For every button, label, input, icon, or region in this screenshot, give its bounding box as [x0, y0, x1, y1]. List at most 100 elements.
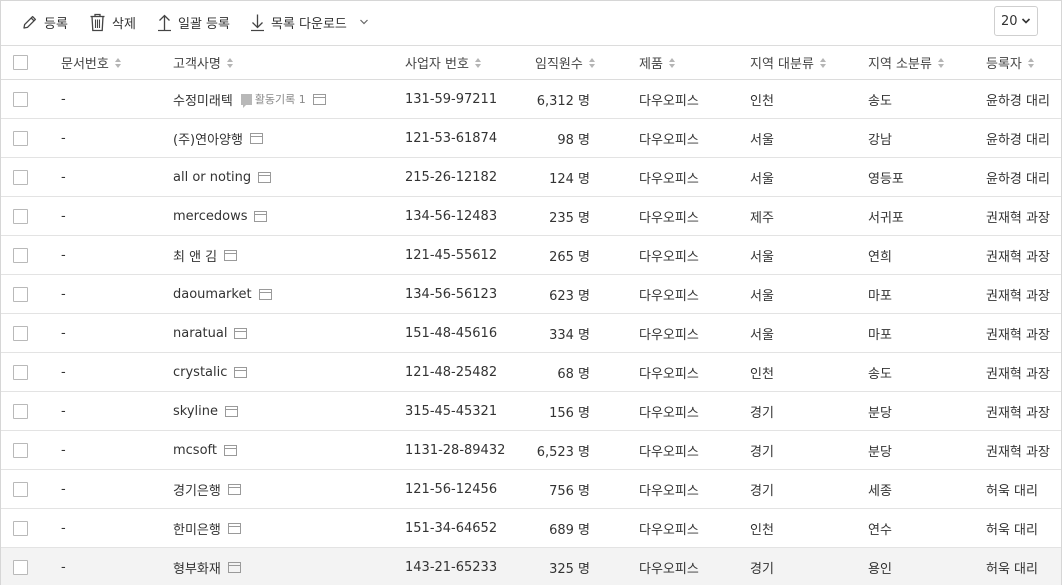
table-row[interactable]: - crystalic 121-48-25482 68 명 다우오피스 인천 송도 권재혁 과… — [1, 353, 1061, 392]
activity-log-badge[interactable]: 활동기록 1 — [240, 91, 306, 108]
col-header-doc-no[interactable]: 문서번호 — [61, 46, 121, 79]
row-checkbox[interactable] — [13, 481, 28, 497]
region-minor-cell: 강남 — [868, 119, 892, 157]
popup-window-icon[interactable] — [227, 522, 241, 534]
popup-window-icon[interactable] — [249, 132, 263, 144]
region-major-cell: 인천 — [750, 80, 774, 118]
table-row[interactable]: - skyline 315-45-45321 156 명 다우오피스 경기 분당 권재혁 과장 — [1, 392, 1061, 431]
select-all-checkbox[interactable] — [13, 55, 28, 70]
col-header-product[interactable]: 제품 — [639, 46, 675, 79]
row-checkbox[interactable] — [13, 520, 28, 536]
row-checkbox[interactable] — [13, 130, 28, 146]
sort-icon — [114, 57, 121, 68]
col-header-employees[interactable]: 임직원수 — [535, 46, 595, 79]
popup-window-icon[interactable] — [225, 405, 238, 417]
row-checkbox[interactable] — [13, 403, 28, 419]
row-checkbox[interactable] — [13, 247, 28, 263]
customer-name-link[interactable]: 형부화재 — [173, 558, 221, 577]
popup-window-icon[interactable] — [223, 444, 237, 456]
registrant-cell: 권재혁 과장 — [986, 275, 1050, 313]
region-major: 인천 — [750, 93, 774, 109]
table-row[interactable]: - mcsoft 1131-28-89432 6,523 명 다우오피스 경기 분당 권재혁 … — [1, 431, 1061, 470]
region-minor-cell: 마포 — [868, 275, 892, 313]
customer-name-link[interactable]: 수정미래텍 — [173, 90, 233, 109]
row-checkbox[interactable] — [13, 559, 28, 575]
row-checkbox-cell — [13, 392, 28, 430]
row-checkbox[interactable] — [13, 169, 28, 185]
table-row[interactable]: - 최 앤 김 121-45-55612 265 명 다우오피스 서울 연희 권재혁 과장 — [1, 236, 1061, 275]
table-row[interactable]: - 경기은행 121-56-12456 756 명 다우오피스 경기 세종 허욱 대리 — [1, 470, 1061, 509]
customer-name-link[interactable]: skyline — [173, 404, 218, 419]
delete-button[interactable]: 삭제 — [89, 11, 136, 33]
page-size-select[interactable]: 20 — [994, 6, 1038, 36]
customer-name-link[interactable]: mercedows — [173, 209, 247, 224]
col-header-region-major[interactable]: 지역 대분류 — [750, 46, 826, 79]
popup-window-icon[interactable] — [312, 93, 326, 105]
col-header-region-minor[interactable]: 지역 소분류 — [868, 46, 944, 79]
table-row[interactable]: - daoumarket 134-56-56123 623 명 다우오피스 서울 마포 권재혁… — [1, 275, 1061, 314]
customer-cell: skyline — [173, 392, 238, 430]
customer-name-link[interactable]: daoumarket — [173, 287, 252, 302]
row-checkbox[interactable] — [13, 325, 28, 341]
customer-table: 문서번호 고객사명 사업자 번호 임직원수 제품 지역 대분류 지역 소분류 등… — [1, 45, 1061, 585]
row-checkbox[interactable] — [13, 91, 28, 107]
table-row[interactable]: - (주)연아양행 121-53-61874 98 명 다우오피스 서울 강남 윤하경 대리 — [1, 119, 1061, 158]
employee-count: 235 명 — [549, 210, 590, 226]
activity-log-label: 활동기록 1 — [254, 93, 306, 106]
table-row[interactable]: - 형부화재 143-21-65233 325 명 다우오피스 경기 용인 허욱 대리 — [1, 548, 1061, 585]
row-checkbox[interactable] — [13, 208, 28, 224]
popup-window-icon[interactable] — [224, 249, 238, 261]
doc-no: - — [61, 286, 66, 302]
table-row[interactable]: - all or noting 215-26-12182 124 명 다우오피스 서울 영등… — [1, 158, 1061, 197]
region-major: 서울 — [750, 171, 774, 187]
customer-name-link[interactable]: crystalic — [173, 365, 227, 380]
table-row[interactable]: - mercedows 134-56-12483 235 명 다우오피스 제주 서귀포 권재혁… — [1, 197, 1061, 236]
employees-cell: 325 명 — [501, 548, 590, 585]
doc-no: - — [61, 325, 66, 341]
popup-window-icon[interactable] — [254, 210, 268, 222]
employee-count: 756 명 — [549, 483, 590, 499]
customer-name-link[interactable]: 한미은행 — [173, 519, 221, 538]
row-checkbox-cell — [13, 314, 28, 352]
doc-no: - — [61, 247, 66, 263]
customer-cell: mercedows — [173, 197, 268, 235]
download-list-button[interactable]: 목록 다운로드 — [250, 11, 369, 33]
doc-no: - — [61, 208, 66, 224]
popup-window-icon[interactable] — [234, 366, 248, 378]
biz-no: 134-56-12483 — [405, 208, 498, 224]
product-name: 다우오피스 — [639, 249, 699, 265]
row-checkbox[interactable] — [13, 442, 28, 458]
customer-name-link[interactable]: 최 앤 김 — [173, 246, 217, 265]
region-minor: 서귀포 — [868, 210, 904, 226]
register-button[interactable]: 등록 — [21, 11, 68, 33]
bulk-register-button[interactable]: 일괄 등록 — [157, 11, 230, 33]
product-cell: 다우오피스 — [639, 197, 699, 235]
row-checkbox-cell — [13, 509, 28, 547]
region-major: 경기 — [750, 405, 774, 421]
popup-window-icon[interactable] — [227, 561, 241, 573]
customer-name-link[interactable]: mcsoft — [173, 443, 217, 458]
region-major-cell: 인천 — [750, 509, 774, 547]
col-header-label: 문서번호 — [61, 57, 109, 72]
col-header-customer[interactable]: 고객사명 — [173, 46, 233, 79]
table-row[interactable]: - 한미은행 151-34-64652 689 명 다우오피스 인천 연수 허욱 대리 — [1, 509, 1061, 548]
table-row[interactable]: - 수정미래텍 활동기록 1 131-59-97211 6,312 명 다우오피스 인천 송도… — [1, 80, 1061, 119]
popup-window-icon[interactable] — [258, 171, 272, 183]
biz-no-cell: 134-56-56123 — [405, 275, 497, 313]
col-header-biz-no[interactable]: 사업자 번호 — [405, 46, 481, 79]
popup-window-icon[interactable] — [227, 483, 241, 495]
row-checkbox[interactable] — [13, 364, 28, 380]
customer-name-link[interactable]: all or noting — [173, 170, 251, 185]
customer-name-link[interactable]: 경기은행 — [173, 480, 221, 499]
employees-cell: 6,312 명 — [501, 80, 590, 118]
table-row[interactable]: - naratual 151-48-45616 334 명 다우오피스 서울 마포 권재혁 과… — [1, 314, 1061, 353]
row-checkbox[interactable] — [13, 286, 28, 302]
region-minor-cell: 분당 — [868, 431, 892, 469]
popup-window-icon[interactable] — [234, 327, 248, 339]
customer-name-link[interactable]: (주)연아양행 — [173, 129, 243, 148]
customer-name-link[interactable]: naratual — [173, 326, 227, 341]
popup-window-icon[interactable] — [258, 288, 272, 300]
product-cell: 다우오피스 — [639, 509, 699, 547]
registrant-name: 윤하경 대리 — [986, 93, 1050, 109]
col-header-registrant[interactable]: 등록자 — [986, 46, 1034, 79]
